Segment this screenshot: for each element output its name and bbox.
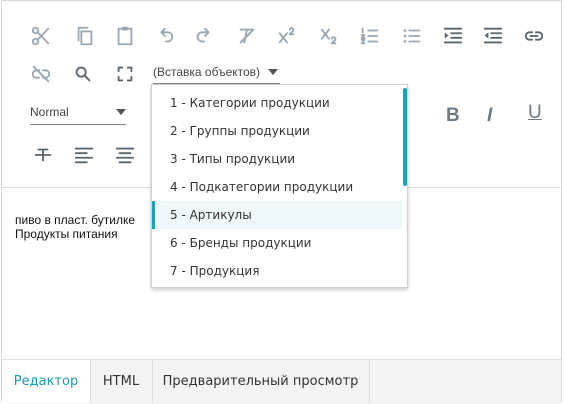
paragraph-style-label: Normal	[30, 105, 69, 119]
dropdown-scrollbar[interactable]	[403, 88, 407, 186]
cut-icon[interactable]	[28, 23, 54, 49]
fullscreen-icon[interactable]	[112, 61, 138, 87]
bold-button[interactable]: B	[446, 105, 460, 127]
tab-html[interactable]: HTML	[90, 360, 153, 403]
insert-objects-dropdown: 1 - Категории продукции 2 - Группы проду…	[151, 84, 408, 288]
find-replace-icon[interactable]	[70, 61, 96, 87]
underline-button[interactable]: U	[528, 102, 542, 124]
dropdown-item[interactable]: 3 - Типы продукции	[152, 145, 402, 173]
chevron-down-icon	[116, 109, 126, 115]
editor-mode-tabs: Редактор HTML Предварительный просмотр	[2, 359, 561, 404]
insert-objects-select[interactable]: (Вставка объектов)	[153, 65, 281, 84]
dropdown-item[interactable]: 6 - Бренды продукции	[152, 229, 402, 257]
dropdown-item[interactable]: 1 - Категории продукции	[152, 89, 402, 117]
link-icon[interactable]	[521, 23, 547, 49]
dropdown-item[interactable]: 7 - Продукция	[152, 257, 402, 285]
tab-editor[interactable]: Редактор	[2, 360, 91, 403]
superscript-icon[interactable]	[274, 23, 300, 49]
paste-icon[interactable]	[112, 23, 138, 49]
undo-icon[interactable]	[152, 23, 178, 49]
dropdown-item[interactable]: 4 - Подкатегории продукции	[152, 173, 402, 201]
strikethrough-icon[interactable]	[30, 142, 56, 168]
editor-content[interactable]: пиво в пласт. бутилке Продукты питания	[15, 213, 135, 241]
align-left-icon[interactable]	[71, 142, 97, 168]
insert-objects-label: (Вставка объектов)	[153, 65, 261, 79]
unlink-icon[interactable]	[28, 61, 54, 87]
content-line: Продукты питания	[15, 227, 118, 241]
indent-icon[interactable]	[440, 23, 466, 49]
clear-format-icon[interactable]	[234, 23, 260, 49]
redo-icon[interactable]	[192, 23, 218, 49]
numbered-list-icon[interactable]	[357, 23, 383, 49]
dropdown-item[interactable]: 2 - Группы продукции	[152, 117, 402, 145]
chevron-down-icon	[268, 69, 279, 75]
align-center-icon[interactable]	[112, 142, 138, 168]
content-line: пиво в пласт. бутилке	[15, 213, 136, 227]
paragraph-style-select[interactable]: Normal	[30, 105, 126, 125]
dropdown-item-selected[interactable]: 5 - Артикулы	[152, 201, 402, 229]
bullet-list-icon[interactable]	[399, 23, 425, 49]
subscript-icon[interactable]	[316, 23, 342, 49]
italic-button[interactable]: I	[487, 105, 492, 127]
copy-icon[interactable]	[72, 23, 98, 49]
outdent-icon[interactable]	[480, 23, 506, 49]
tab-preview[interactable]: Предварительный просмотр	[152, 360, 370, 403]
